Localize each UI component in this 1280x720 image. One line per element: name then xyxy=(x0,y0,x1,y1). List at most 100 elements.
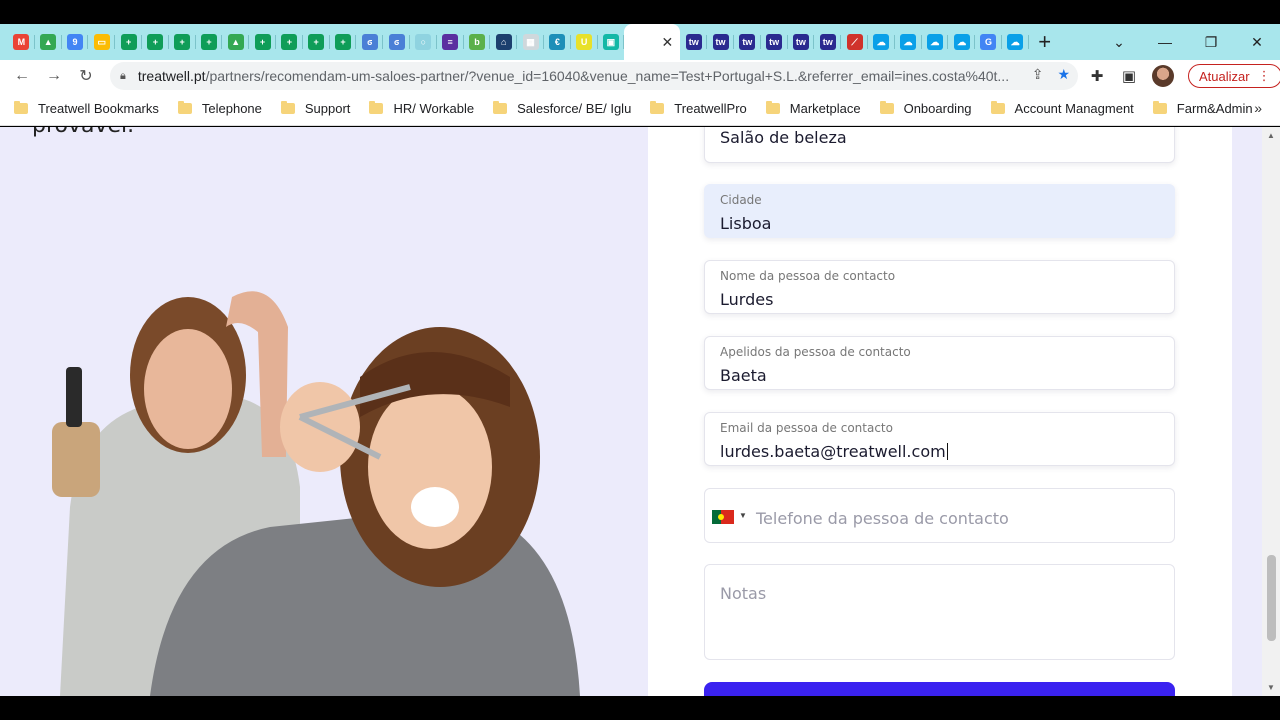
bookmark-label: Farm&Admin xyxy=(1176,101,1253,116)
portugal-flag-icon[interactable] xyxy=(712,510,734,524)
close-tab-icon[interactable]: ✕ xyxy=(662,34,674,51)
screen-letterbox-bottom xyxy=(0,696,1280,720)
contact-first-name-label: Nome da pessoa de contacto xyxy=(720,269,896,283)
browser-tab[interactable]: tw xyxy=(680,24,707,60)
sheets-icon: + xyxy=(254,34,271,50)
bookmark-folder[interactable]: Farm&Admin xyxy=(1152,101,1253,116)
sheets-icon: + xyxy=(308,34,325,50)
browser-tab[interactable]: ϭ xyxy=(356,24,383,60)
profile-avatar[interactable] xyxy=(1152,65,1174,87)
browser-tab[interactable]: ☁ xyxy=(1002,24,1029,60)
bookmark-label: Salesforce/ BE/ Iglu xyxy=(517,101,632,116)
bookmarks-overflow-icon[interactable]: » xyxy=(1254,100,1262,116)
browser-tab[interactable]: ≡ xyxy=(437,24,464,60)
browser-tab[interactable]: + xyxy=(303,24,330,60)
browser-tab[interactable]: ☁ xyxy=(922,24,949,60)
slides-icon: ▭ xyxy=(93,34,110,50)
notes-field[interactable]: Notas xyxy=(704,564,1175,660)
extensions-puzzle-icon[interactable]: ✚ xyxy=(1088,67,1106,85)
bookmark-folder[interactable]: Salesforce/ BE/ Iglu xyxy=(493,101,631,116)
euro-icon: € xyxy=(549,34,566,50)
bookmark-folder[interactable]: TreatwellPro xyxy=(650,101,747,116)
browser-tab[interactable]: tw xyxy=(814,24,841,60)
browser-tab[interactable]: M xyxy=(8,24,35,60)
active-browser-tab[interactable]: ✕ xyxy=(624,24,681,60)
contact-last-name-value: Baeta xyxy=(720,366,767,385)
bookmark-folder[interactable]: HR/ Workable xyxy=(369,101,474,116)
browser-tab[interactable]: € xyxy=(544,24,571,60)
browser-tab[interactable]: + xyxy=(330,24,357,60)
forward-arrow-icon[interactable]: → xyxy=(38,60,70,92)
browser-tab[interactable]: tw xyxy=(734,24,761,60)
browser-tab[interactable]: ☁ xyxy=(948,24,975,60)
bookmark-folder[interactable]: Onboarding xyxy=(879,101,972,116)
scroll-up-arrow-icon[interactable]: ▲ xyxy=(1267,131,1275,140)
minimize-button[interactable]: — xyxy=(1142,34,1188,50)
browser-tab[interactable]: + xyxy=(169,24,196,60)
scroll-down-arrow-icon[interactable]: ▼ xyxy=(1267,683,1275,692)
browser-tab[interactable]: b xyxy=(464,24,491,60)
browser-tab[interactable]: ▭ xyxy=(88,24,115,60)
text-caret xyxy=(946,443,948,460)
browser-tab[interactable]: U xyxy=(571,24,598,60)
bookmark-label: TreatwellPro xyxy=(674,101,747,116)
bookmark-folder[interactable]: Telephone xyxy=(177,101,262,116)
browser-tab[interactable]: ☁ xyxy=(895,24,922,60)
venue-type-field[interactable]: Salão de beleza xyxy=(704,127,1175,163)
page-right-margin xyxy=(1232,127,1262,696)
browser-tab[interactable]: ▲ xyxy=(222,24,249,60)
tab-search-chevron-icon[interactable]: ⌄ xyxy=(1096,34,1142,51)
bookmark-folder[interactable]: Marketplace xyxy=(765,101,861,116)
side-panel-icon[interactable]: ▣ xyxy=(1120,67,1138,85)
browser-tab[interactable]: tw xyxy=(788,24,815,60)
browser-tab[interactable]: ○ xyxy=(410,24,437,60)
browser-tab[interactable]: ⌂ xyxy=(490,24,517,60)
browser-tab[interactable]: ▣ xyxy=(598,24,625,60)
address-bar[interactable]: 🔒︎ treatwell.pt/partners/recomendam-um-s… xyxy=(110,62,1078,90)
browser-tab[interactable]: ▲ xyxy=(35,24,62,60)
browser-tab[interactable]: ☁ xyxy=(868,24,895,60)
contact-phone-field[interactable]: ▼ Telefone da pessoa de contacto xyxy=(704,488,1175,543)
update-button[interactable]: Atualizar ⋮ xyxy=(1188,64,1280,88)
submit-button[interactable] xyxy=(704,682,1175,696)
browser-tab[interactable]: tw xyxy=(707,24,734,60)
browser-tab[interactable]: ⟋ xyxy=(841,24,868,60)
restore-button[interactable]: ❐ xyxy=(1188,34,1234,51)
browser-tab[interactable]: ϭ xyxy=(383,24,410,60)
gmail-icon: M xyxy=(13,34,30,50)
reload-icon[interactable]: ↻ xyxy=(70,60,102,92)
bookmark-folder[interactable]: Account Managment xyxy=(990,101,1134,116)
city-field[interactable]: Cidade Lisboa xyxy=(704,184,1175,238)
scrollbar-thumb[interactable] xyxy=(1267,555,1276,641)
bookmark-folder[interactable]: Treatwell Bookmarks xyxy=(14,101,159,116)
photo-right-smile xyxy=(411,487,459,527)
update-label: Atualizar xyxy=(1199,68,1250,84)
new-tab-button[interactable]: + xyxy=(1029,24,1061,60)
contact-last-name-field[interactable]: Apelidos da pessoa de contacto Baeta xyxy=(704,336,1175,390)
browser-tab[interactable]: + xyxy=(249,24,276,60)
page-scrollbar[interactable]: ▲ ▼ xyxy=(1262,127,1280,696)
bookmark-folder[interactable]: Support xyxy=(280,101,350,116)
browser-tab[interactable]: + xyxy=(276,24,303,60)
browser-tab[interactable]: 9 xyxy=(62,24,89,60)
contact-first-name-field[interactable]: Nome da pessoa de contacto Lurdes xyxy=(704,260,1175,314)
lock-icon[interactable]: 🔒︎ xyxy=(120,70,126,83)
contact-email-field[interactable]: Email da pessoa de contacto lurdes.baeta… xyxy=(704,412,1175,466)
browser-tab[interactable]: + xyxy=(115,24,142,60)
bookmark-star-icon[interactable]: ★ xyxy=(1057,66,1070,83)
country-dropdown-caret-icon[interactable]: ▼ xyxy=(739,511,747,520)
browser-tab[interactable]: + xyxy=(196,24,223,60)
sheets-icon: + xyxy=(334,34,351,50)
city-value: Lisboa xyxy=(720,214,772,233)
referral-form: Salão de beleza Cidade Lisboa Nome da pe… xyxy=(648,127,1232,696)
browser-tab[interactable]: ▦ xyxy=(517,24,544,60)
back-arrow-icon[interactable]: ← xyxy=(6,60,38,92)
treatwell-icon: tw xyxy=(819,34,836,50)
url-text[interactable]: treatwell.pt/partners/recomendam-um-salo… xyxy=(138,68,1008,84)
close-window-button[interactable]: ✕ xyxy=(1234,34,1280,51)
share-icon[interactable]: ⇪ xyxy=(1032,66,1044,83)
browser-tab[interactable]: G xyxy=(975,24,1002,60)
browser-tab[interactable]: tw xyxy=(761,24,788,60)
browser-tab[interactable]: + xyxy=(142,24,169,60)
b-icon: b xyxy=(468,34,485,50)
